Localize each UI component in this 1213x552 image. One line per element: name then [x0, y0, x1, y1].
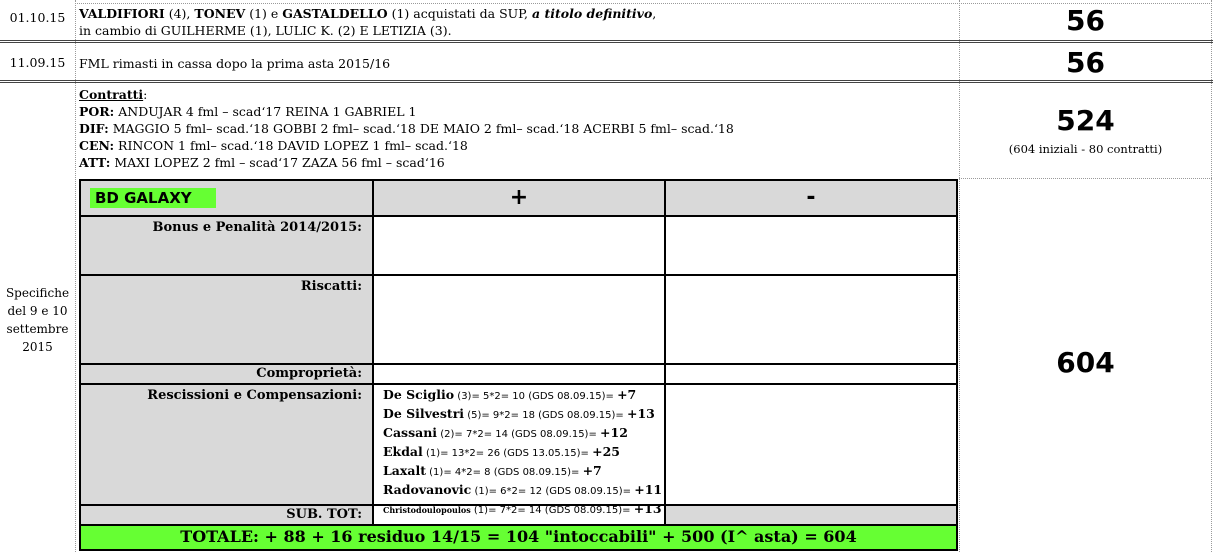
rescissione-entry: Cassani (2)= 7*2= 14 (GDS 08.09.15)= +12 — [383, 424, 664, 443]
team-name: BD GALAXY — [90, 188, 216, 208]
contract-players: ANDUJAR 4 fml – scad‘17 REINA 1 GABRIEL … — [114, 104, 417, 119]
row-divider — [959, 178, 1212, 179]
rescissioni-minus-cell — [666, 385, 956, 506]
rescissione-entry: De Sciglio (3)= 5*2= 10 (GDS 08.09.15)= … — [383, 386, 664, 405]
riscatti-label: Riscatti: — [81, 276, 374, 365]
subtotal-plus-cell — [374, 506, 666, 526]
row-description: VALDIFIORI (4), TONEV (1) e GASTALDELLO … — [79, 5, 957, 39]
rescissioni-label: Rescissioni e Compensazioni: — [81, 385, 374, 506]
team-header-cell: BD GALAXY — [81, 181, 374, 217]
bonus-minus-cell — [666, 217, 956, 276]
label-line: 2015 — [22, 340, 53, 354]
specifiche-label: Specifiche del 9 e 10 settembre 2015 — [0, 284, 75, 356]
riscatti-minus-cell — [666, 276, 956, 365]
contracts-colon: : — [143, 87, 148, 102]
rescissione-value: +7 — [582, 463, 602, 478]
specifiche-total: 604 — [1056, 346, 1115, 379]
punctuation: , — [652, 6, 657, 21]
deal-type: a titolo definitivo — [532, 6, 653, 21]
player-count: (4), — [164, 6, 195, 21]
player-name: De Silvestri — [383, 406, 465, 421]
comproprieta-minus-cell — [666, 365, 956, 385]
player-count: (1) e — [245, 6, 283, 21]
rescissione-detail: (2)= 7*2= 14 (GDS 08.09.15)= — [437, 429, 601, 440]
row-divider — [0, 80, 1213, 83]
contracts-block: Contratti: POR: ANDUJAR 4 fml – scad‘17 … — [79, 86, 957, 171]
contract-role: POR: — [79, 104, 115, 119]
minus-column-header: - — [666, 181, 956, 217]
subtotal-label: SUB. TOT: — [81, 506, 374, 526]
row-date: 01.10.15 — [9, 10, 66, 25]
player-name: Ekdal — [383, 444, 423, 459]
contract-role: ATT: — [79, 155, 111, 170]
row-description: FML rimasti in cassa dopo la prima asta … — [79, 56, 391, 71]
contract-players: MAXI LOPEZ 2 fml – scad‘17 ZAZA 56 fml –… — [110, 155, 445, 170]
player-name: TONEV — [194, 6, 246, 21]
contract-players: RINCON 1 fml– scad.‘18 DAVID LOPEZ 1 fml… — [114, 138, 468, 153]
riscatti-plus-cell — [374, 276, 666, 365]
label-line: Specifiche — [5, 286, 70, 300]
row-total: 56 — [1066, 4, 1105, 37]
totale-row: TOTALE: + 88 + 16 residuo 14/15 = 104 "i… — [81, 526, 956, 549]
contracts-title: Contratti — [79, 87, 144, 102]
rescissione-entry: Ekdal (1)= 13*2= 26 (GDS 13.05.15)= +25 — [383, 443, 664, 462]
comproprieta-plus-cell — [374, 365, 666, 385]
bonus-label: Bonus e Penalità 2014/2015: — [81, 217, 374, 276]
deal-text: (1) acquistati da SUP, — [387, 6, 533, 21]
bonus-plus-cell — [374, 217, 666, 276]
contract-line: POR: ANDUJAR 4 fml – scad‘17 REINA 1 GAB… — [79, 103, 957, 120]
player-name: Radovanovic — [383, 482, 472, 497]
label-line: del 9 e 10 — [7, 304, 68, 318]
row-divider — [0, 40, 1213, 43]
comproprieta-label: Comproprietà: — [81, 365, 374, 385]
contract-players: MAGGIO 5 fml– scad.‘18 GOBBI 2 fml– scad… — [108, 121, 734, 136]
player-name: Laxalt — [383, 463, 426, 478]
player-name: Cassani — [383, 425, 438, 440]
rescissione-value: +13 — [627, 406, 655, 421]
contract-role: DIF: — [79, 121, 109, 136]
row-line-2: in cambio di GUILHERME (1), LULIC K. (2)… — [79, 23, 452, 38]
rescissione-entry: De Silvestri (5)= 9*2= 18 (GDS 08.09.15)… — [383, 405, 664, 424]
row-total: 56 — [1066, 46, 1105, 79]
rescissione-detail: (1)= 6*2= 12 (GDS 08.09.15)= — [471, 486, 635, 497]
rescissione-value: +11 — [634, 482, 663, 497]
player-name: GASTALDELLO — [282, 6, 388, 21]
player-name: VALDIFIORI — [79, 6, 165, 21]
galaxy-table: BD GALAXY + - Bonus e Penalità 2014/2015… — [79, 179, 958, 551]
contract-line: ATT: MAXI LOPEZ 2 fml – scad‘17 ZAZA 56 … — [79, 154, 957, 171]
contract-line: CEN: RINCON 1 fml– scad.‘18 DAVID LOPEZ … — [79, 137, 957, 154]
contracts-total: 524 — [1056, 104, 1115, 137]
rescissione-entry: Laxalt (1)= 4*2= 8 (GDS 08.09.15)= +7 — [383, 462, 664, 481]
rescissione-value: +7 — [617, 387, 637, 402]
contracts-title-line: Contratti: — [79, 86, 957, 103]
subtotal-minus-cell — [666, 506, 956, 526]
rescissione-detail: (3)= 5*2= 10 (GDS 08.09.15)= — [454, 391, 618, 402]
rescissioni-plus-cell: De Sciglio (3)= 5*2= 10 (GDS 08.09.15)= … — [374, 385, 666, 516]
rescissione-detail: (5)= 9*2= 18 (GDS 08.09.15)= — [464, 410, 627, 421]
contract-line: DIF: MAGGIO 5 fml– scad.‘18 GOBBI 2 fml–… — [79, 120, 957, 137]
plus-column-header: + — [374, 181, 666, 217]
rescissione-detail: (1)= 13*2= 26 (GDS 13.05.15)= — [422, 448, 593, 459]
contracts-note: (604 iniziali - 80 contratti) — [1008, 142, 1163, 156]
player-name: De Sciglio — [383, 387, 455, 402]
row-date: 11.09.15 — [9, 55, 66, 70]
rescissione-value: +12 — [600, 425, 628, 440]
rescissione-value: +25 — [592, 444, 620, 459]
contract-role: CEN: — [79, 138, 115, 153]
rescissione-entry: Radovanovic (1)= 6*2= 12 (GDS 08.09.15)=… — [383, 481, 664, 500]
row-line-1: VALDIFIORI (4), TONEV (1) e GASTALDELLO … — [79, 5, 957, 22]
rescissione-detail: (1)= 4*2= 8 (GDS 08.09.15)= — [425, 467, 583, 478]
label-line: settembre — [6, 322, 69, 336]
